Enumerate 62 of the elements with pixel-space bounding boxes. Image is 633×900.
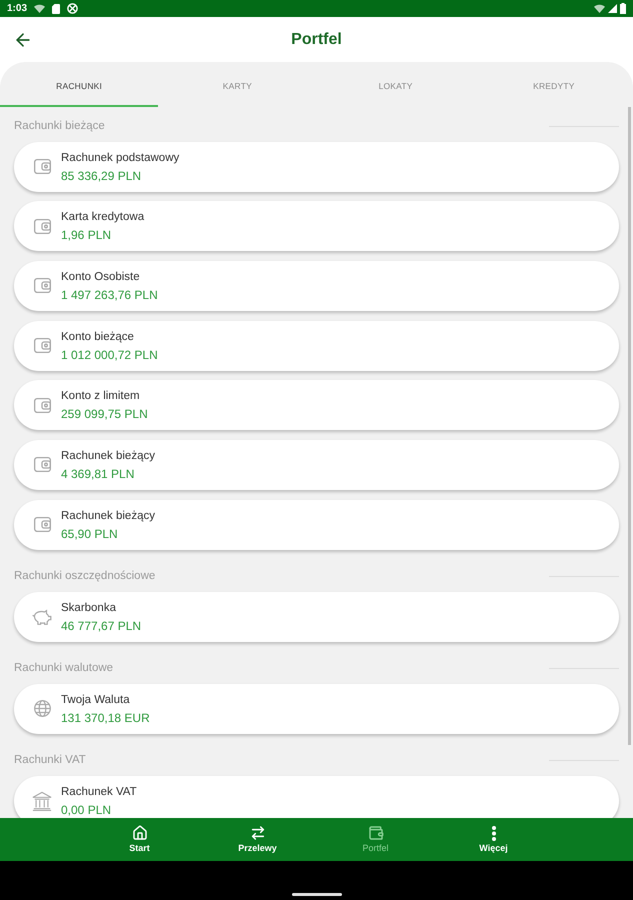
account-card[interactable]: Karta kredytowa 1,96 PLN [14,201,619,252]
account-card[interactable]: Rachunek podstawowy 85 336,29 PLN [14,142,619,192]
sd-card-icon [52,4,60,14]
wifi-icon [34,4,46,13]
account-name: Twoja Waluta [61,692,131,707]
nav-item[interactable]: Start [80,818,198,861]
wallet-icon [34,398,50,413]
crossed-circle-icon [67,3,78,14]
account-card[interactable]: Konto z limitem 259 099,75 PLN [14,380,619,430]
section-heading: Rachunki oszczędnościowe [14,569,156,584]
wallet-icon [34,457,50,472]
account-card[interactable]: Rachunek VAT 0,00 PLN [14,776,619,818]
account-balance: 65,90 PLN [61,526,119,541]
wallet-icon [34,218,50,234]
scrollbar-thumb[interactable] [628,107,631,745]
account-card[interactable]: Konto Osobiste 1 497 263,76 PLN [14,260,619,311]
account-name: Karta kredytowa [61,210,144,224]
account-name: Rachunek VAT [61,784,137,799]
account-name: Rachunek bieżący [61,508,155,523]
wallet-icon [34,159,50,174]
account-name: Rachunek podstawowy [61,150,180,164]
account-balance: 1 012 000,72 PLN [61,348,158,362]
arrows-icon [250,825,266,841]
bank-icon [32,790,52,812]
nav-item[interactable]: Przelewy [198,818,316,861]
piggy-bank-icon [32,608,52,625]
account-name: Skarbonka [61,600,117,615]
status-time: 1:03 [7,2,28,14]
home-icon [132,825,148,841]
nav-item[interactable]: Więcej [434,818,552,861]
wallet-icon [34,517,50,532]
section-heading: Rachunki VAT [14,753,86,768]
wifi-icon [594,4,605,13]
account-card[interactable]: Twoja Waluta 131 370,18 EUR [14,684,619,734]
account-balance: 0,00 PLN [61,802,112,817]
account-name: Konto z limitem [61,389,141,404]
more-icon [492,826,496,840]
account-balance: 4 369,81 PLN [61,466,136,481]
signal-icon [608,4,617,13]
wallet-icon [34,338,50,354]
account-name: Konto Osobiste [61,270,141,284]
account-card[interactable]: Rachunek bieżący 4 369,81 PLN [14,440,619,490]
account-card[interactable]: Rachunek bieżący 65,90 PLN [14,500,619,550]
account-card[interactable]: Konto bieżące 1 012 000,72 PLN [14,320,619,371]
home-indicator[interactable] [292,893,342,896]
battery-icon [620,3,626,14]
account-balance: 46 777,67 PLN [61,618,142,633]
section-heading: Rachunki walutowe [14,661,114,676]
page-title: Portfel [291,30,342,50]
account-balance: 259 099,75 PLN [61,407,148,422]
account-name: Konto bieżące [61,330,135,344]
account-balance: 1,96 PLN [61,228,112,242]
section-heading: Rachunki bieżące [14,119,105,133]
account-card[interactable]: Skarbonka 46 777,67 PLN [14,592,619,642]
tab[interactable]: RACHUNKI [0,62,158,107]
account-balance: 1 497 263,76 PLN [61,288,158,302]
account-balance: 85 336,29 PLN [61,168,142,182]
wallet-icon [368,825,384,841]
wallet-icon [34,278,50,294]
globe-icon [34,700,50,718]
account-balance: 131 370,18 EUR [61,710,150,725]
account-name: Rachunek bieżący [61,448,155,463]
